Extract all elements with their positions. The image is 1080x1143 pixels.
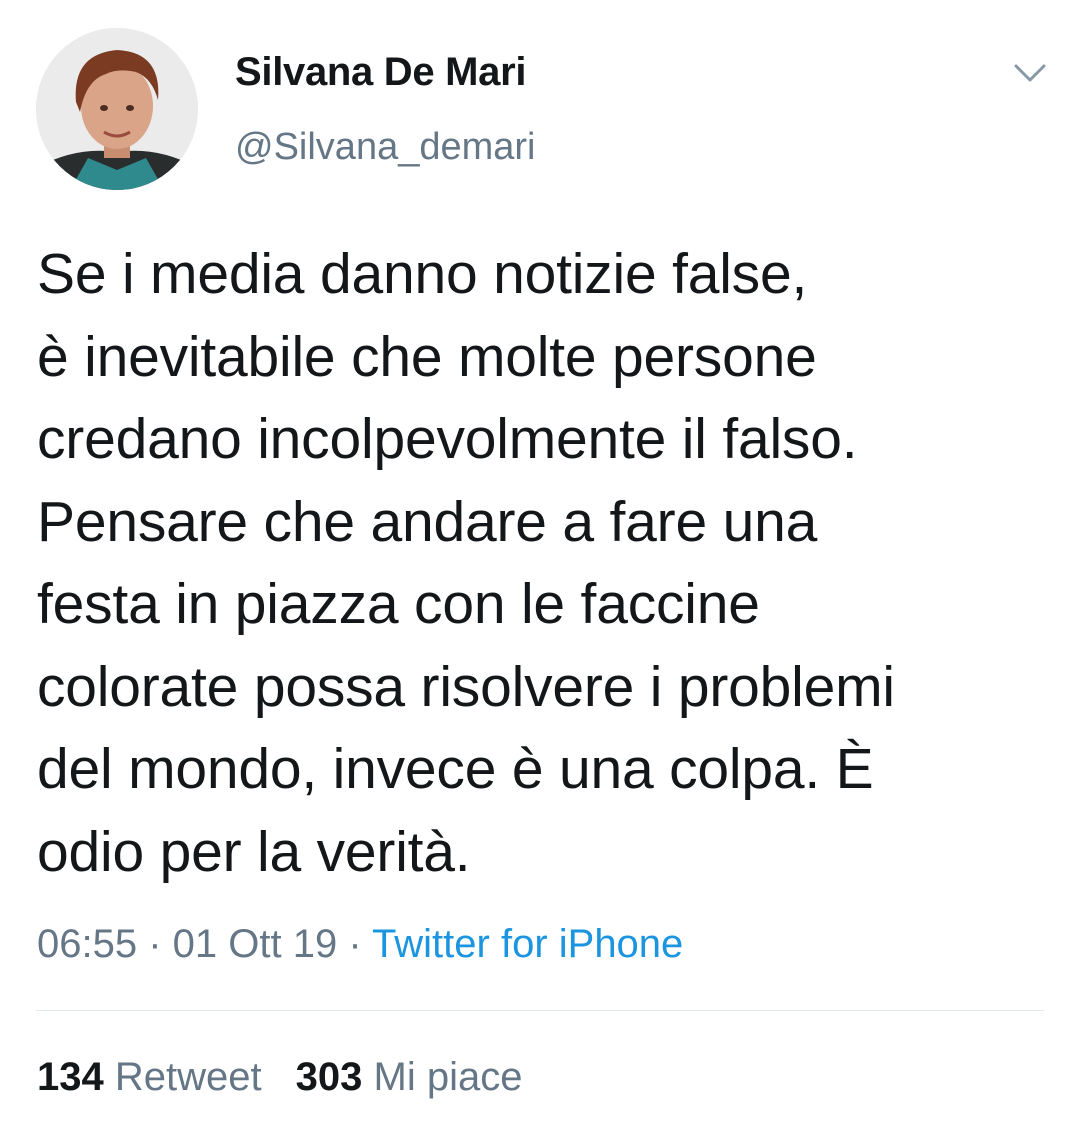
tweet-text-line: festa in piazza con le faccine: [37, 572, 760, 636]
tweet-source-link[interactable]: Twitter for iPhone: [372, 922, 683, 966]
tweet-text-line: odio per la verità.: [37, 819, 471, 884]
tweet-time: 06:55: [37, 922, 138, 966]
tweet-text-line: è inevitabile che molte persone: [37, 324, 817, 389]
tweet-meta: 06:55 · 01 Ott 19 · Twitter for iPhone: [37, 922, 683, 967]
tweet-text-line: del mondo, invece è una colpa. È: [37, 737, 874, 801]
likes-label: Mi piace: [373, 1055, 523, 1099]
likes-stat[interactable]: 303 Mi piace: [296, 1055, 523, 1099]
tweet-text-line: credano incolpevolmente il falso.: [37, 407, 858, 471]
divider: [36, 1010, 1044, 1011]
tweet-date[interactable]: 01 Ott 19: [173, 922, 338, 966]
display-name[interactable]: Silvana De Mari: [235, 50, 526, 95]
likes-count: 303: [295, 1055, 363, 1099]
retweets-stat[interactable]: 134 Retweet: [37, 1055, 262, 1099]
user-handle[interactable]: @Silvana_demari: [235, 126, 536, 169]
tweet-stats: 134 Retweet 303 Mi piace: [37, 1055, 522, 1100]
tweet-text-line: Pensare che andare a fare una: [37, 489, 818, 554]
meta-separator: ·: [137, 922, 173, 966]
avatar[interactable]: [36, 28, 198, 190]
meta-separator: ·: [337, 922, 373, 966]
tweet-text-line: colorate possa risolvere i problemi: [37, 654, 895, 719]
tweet-text: Se i media danno notizie false, è inevit…: [37, 233, 1057, 893]
retweets-label: Retweet: [114, 1055, 262, 1099]
retweets-count: 134: [37, 1055, 104, 1099]
tweet-text-line: Se i media danno notizie false,: [37, 242, 808, 306]
chevron-down-icon[interactable]: [1010, 56, 1050, 90]
